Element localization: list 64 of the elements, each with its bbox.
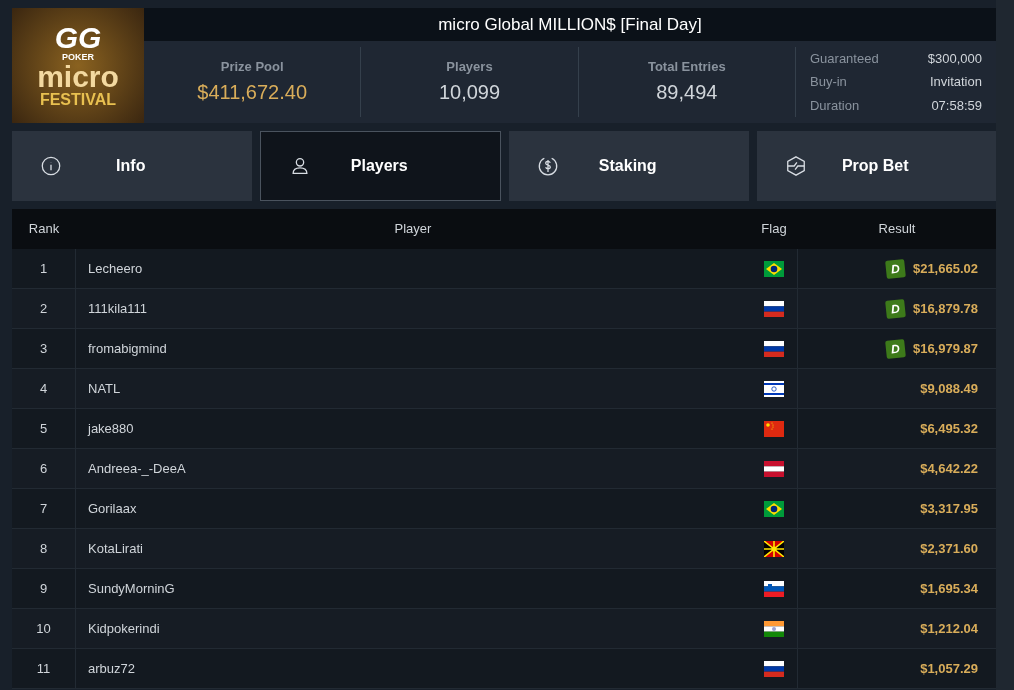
logo-text: FESTIVAL — [39, 92, 117, 108]
deal-badge: D — [885, 338, 906, 359]
dollar-circle-icon — [537, 155, 559, 177]
detail-label: Buy-in — [810, 73, 847, 92]
stat-label: Prize Pool — [220, 58, 284, 77]
column-header: Player — [393, 220, 433, 239]
stat-label: Players — [446, 58, 493, 77]
player-cell-text: Lecheero — [87, 259, 144, 278]
rank-cell: 4 — [12, 369, 76, 408]
result-cell-text: $4,642.22 — [920, 459, 978, 478]
logo-text: POKER — [62, 53, 94, 62]
rank-cell: 3 — [12, 329, 76, 368]
rank-cell: 8 — [12, 529, 76, 568]
deal-badge: D — [885, 258, 906, 279]
stat-value: 89,494 — [656, 79, 718, 105]
column-header: Result — [877, 220, 917, 239]
result-cell-text: $2,371.60 — [920, 539, 978, 558]
result-cell-text: $1,057.29 — [920, 659, 978, 678]
result-cell-text: $21,665.02 — [912, 259, 978, 278]
player-cell-text: arbuz72 — [87, 659, 136, 678]
rank-cell: 6 — [12, 449, 76, 488]
column-header: Rank — [27, 220, 61, 239]
player-cell-text: NATL — [87, 379, 122, 398]
logo-text: GG — [54, 23, 102, 53]
detail-label: Guaranteed — [810, 49, 879, 68]
rank-cell: 1 — [12, 249, 76, 288]
player-cell-text: Gorilaax — [87, 499, 138, 518]
player-cell-text: jake880 — [86, 419, 135, 438]
player-cell-text: SundyMorninG — [87, 579, 176, 598]
column-header: Flag — [760, 220, 788, 239]
logo-text: micro — [37, 62, 119, 92]
result-cell-text: $3,317.95 — [920, 499, 978, 518]
detail-value: 07:58:59 — [931, 96, 982, 115]
result-cell-text: $1,212.04 — [920, 619, 978, 638]
tab[interactable]: Players — [259, 131, 501, 201]
rank-cell: 7 — [12, 489, 76, 528]
detail-value: Invitation — [929, 73, 982, 92]
result-cell-text: $9,088.49 — [920, 379, 978, 398]
hexagon-bolt-icon — [784, 155, 807, 177]
tab[interactable]: Info — [12, 131, 252, 201]
player-cell-text: fromabigmind — [87, 339, 168, 358]
detail-label: Duration — [810, 96, 860, 115]
deal-badge: D — [885, 298, 906, 319]
player-cell-text: KotaLirati — [87, 539, 144, 558]
stat-value: $411,672.40 — [197, 79, 308, 105]
info-icon — [40, 155, 62, 177]
rank-cell: 2 — [12, 289, 76, 328]
rank-cell: 11 — [12, 649, 76, 688]
rank-cell: 5 — [12, 409, 76, 448]
rank-cell: 10 — [12, 609, 76, 648]
stat-label: Total Entries — [647, 58, 726, 77]
tab[interactable]: Prop Bet — [756, 131, 996, 201]
detail-value: $300,000 — [927, 49, 982, 68]
player-cell-text: Andreea-_-DeeA — [87, 459, 187, 478]
result-cell-text: $6,495.32 — [920, 419, 978, 438]
result-cell-text: $1,695.34 — [920, 579, 978, 598]
player-cell-text: 111kila111 — [87, 299, 149, 318]
rank-cell: 9 — [12, 569, 76, 608]
stat-value: 10,099 — [438, 79, 501, 105]
tournament-title: micro Global MILLION$ [Final Day] — [438, 13, 702, 36]
player-cell-text: Kidpokerindi — [87, 619, 161, 638]
result-cell-text: $16,979.87 — [912, 339, 978, 358]
result-cell-text: $16,879.78 — [912, 299, 978, 318]
tab[interactable]: Staking — [509, 131, 749, 201]
